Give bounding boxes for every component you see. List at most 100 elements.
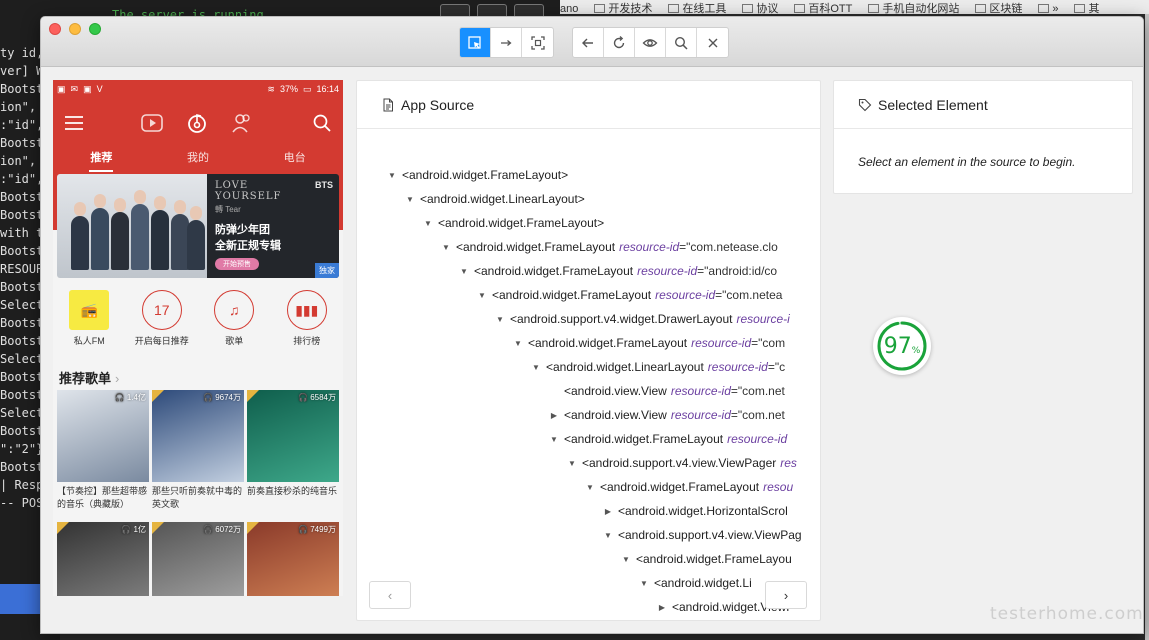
- caret-down-icon[interactable]: ▼: [601, 531, 615, 540]
- friends-icon[interactable]: [231, 112, 253, 134]
- tab-radio[interactable]: 电台: [246, 150, 343, 174]
- shortcut-item[interactable]: 📻 私人FM: [53, 286, 126, 364]
- record-button[interactable]: [635, 28, 666, 57]
- window-maximize-button[interactable]: [89, 23, 101, 35]
- search-button[interactable]: [666, 28, 697, 57]
- tree-node[interactable]: ▼ <android.widget.FrameLayou: [357, 547, 807, 571]
- caret-down-icon[interactable]: ▼: [493, 315, 507, 324]
- tree-node[interactable]: ▼ <android.widget.FrameLayout resource-id =…: [357, 331, 807, 355]
- node-tag: <android.view.View: [564, 408, 667, 422]
- tree-node[interactable]: ▼ <android.support.v4.widget.DrawerLayout…: [357, 307, 807, 331]
- tree-node[interactable]: <android.view.View resource-id ="com.net: [357, 379, 807, 403]
- playlist-card[interactable]: 🎧 6072万: [152, 522, 244, 596]
- tap-by-coordinates-button[interactable]: [522, 28, 553, 57]
- node-tag: <android.support.v4.widget.DrawerLayout: [510, 312, 733, 326]
- playlist-card[interactable]: 🎧 7499万: [247, 522, 339, 596]
- bookmark-item[interactable]: 区块链: [975, 0, 1022, 14]
- bookmark-item[interactable]: 手机自动化网站: [868, 0, 959, 14]
- caret-down-icon[interactable]: ▼: [637, 579, 651, 588]
- bookmark-item[interactable]: 在线工具: [668, 0, 726, 14]
- scroll-next-button[interactable]: ›: [765, 581, 807, 609]
- caret-down-icon[interactable]: ▼: [457, 267, 471, 276]
- caret-down-icon[interactable]: ▼: [403, 195, 417, 204]
- refresh-button[interactable]: [604, 28, 635, 57]
- tree-node[interactable]: ▼ <android.widget.FrameLayout resource-id =…: [357, 283, 807, 307]
- radio-icon: 📻: [69, 290, 110, 330]
- play-count-value: 6584万: [310, 393, 336, 402]
- back-button[interactable]: [573, 28, 604, 57]
- playlist-card[interactable]: 🎧 9674万 那些只听前奏就中毒的英文歌: [152, 390, 244, 522]
- tree-node[interactable]: ▼ <android.widget.FrameLayout resource-id: [357, 427, 807, 451]
- node-tag: <android.widget.FrameLayout: [528, 336, 688, 350]
- bookmark-item[interactable]: 协议: [742, 0, 778, 14]
- playlist-card[interactable]: 🎧 6584万 前奏直接秒杀的纯音乐: [247, 390, 339, 522]
- tab-mine[interactable]: 我的: [150, 150, 247, 174]
- caret-right-icon[interactable]: ▶: [601, 507, 615, 516]
- banner[interactable]: LOVE YOURSELF 轉 Tear 防弹少年团 全新正规专辑 开始预售 B…: [57, 174, 339, 278]
- music-video-icon[interactable]: [141, 112, 163, 134]
- quit-button[interactable]: [697, 28, 728, 57]
- caret-down-icon[interactable]: ▼: [529, 363, 543, 372]
- window-minimize-button[interactable]: [69, 23, 81, 35]
- node-tag: <android.widget.FrameLayou: [636, 552, 792, 566]
- window-close-button[interactable]: [49, 23, 61, 35]
- caret-down-icon[interactable]: ▼: [619, 555, 633, 564]
- tree-node[interactable]: ▼ <android.widget.FrameLayout>: [357, 211, 807, 235]
- headphone-icon: 🎧: [203, 525, 216, 534]
- tree-node[interactable]: ▼ <android.widget.FrameLayout resource-id =…: [357, 235, 807, 259]
- caret-right-icon[interactable]: ▶: [655, 603, 669, 612]
- device-screenshot[interactable]: ▣ ✉ ▣ V ≋ 37% ▭ 16:14 推荐 我的 电台 LOVE YOUR…: [53, 80, 343, 596]
- tree-node[interactable]: ▼ <android.widget.LinearLayout resource-id…: [357, 355, 807, 379]
- caret-right-icon[interactable]: ▶: [547, 411, 561, 420]
- chart-icon: ▮▮▮: [286, 290, 327, 330]
- caret-down-icon[interactable]: ▼: [511, 339, 525, 348]
- caret-down-icon[interactable]: ▼: [547, 435, 561, 444]
- tree-node[interactable]: ▼ <android.widget.FrameLayout>: [357, 163, 807, 187]
- shortcut-label: 开启每日推荐: [134, 336, 189, 346]
- tree-node[interactable]: ▼ <android.support.v4.view.ViewPager res: [357, 451, 807, 475]
- search-icon[interactable]: [311, 112, 333, 134]
- swipe-button[interactable]: [491, 28, 522, 57]
- tab-recommend[interactable]: 推荐: [53, 150, 150, 174]
- tree-node[interactable]: ▼ <android.widget.FrameLayout resou: [357, 475, 807, 499]
- shortcut-item[interactable]: 17 开启每日推荐: [126, 286, 199, 364]
- bookmark-item[interactable]: 开发技术: [594, 0, 652, 14]
- caret-down-icon[interactable]: ▼: [385, 171, 399, 180]
- playlist-card[interactable]: 🎧 1.4亿 【节奏控】那些超带感的音乐（典藏版）: [57, 390, 149, 522]
- caret-down-icon[interactable]: ▼: [583, 483, 597, 492]
- playlist-card[interactable]: 🎧 1亿: [57, 522, 149, 596]
- tree-node[interactable]: ▼ <android.widget.LinearLayout>: [357, 187, 807, 211]
- node-attribute: resource-id: [670, 384, 731, 398]
- shortcut-item[interactable]: ♫ 歌单: [198, 286, 271, 364]
- appium-inspector-window: ▣ ✉ ▣ V ≋ 37% ▭ 16:14 推荐 我的 电台 LOVE YOUR…: [40, 16, 1144, 634]
- node-tag: <android.widget.Li: [654, 576, 752, 590]
- caret-down-icon[interactable]: ▼: [565, 459, 579, 468]
- shortcut-item[interactable]: ▮▮▮ 排行榜: [271, 286, 344, 364]
- tree-node[interactable]: ▶ <android.widget.HorizontalScrol: [357, 499, 807, 523]
- caret-down-icon[interactable]: ▼: [439, 243, 453, 252]
- node-attribute: resource-id: [727, 432, 788, 446]
- bookmark-item[interactable]: ano: [560, 3, 578, 14]
- bookmark-item[interactable]: 其: [1074, 0, 1099, 14]
- bookmark-item[interactable]: 百科OTT: [794, 0, 852, 14]
- recommend-title[interactable]: 推荐歌单 ›: [53, 364, 343, 390]
- node-attribute: resource-id: [619, 240, 680, 254]
- progress-percent: 97%: [884, 334, 921, 359]
- tree-node[interactable]: ▶ <android.view.View resource-id ="com.net: [357, 403, 807, 427]
- caret-down-icon[interactable]: ▼: [475, 291, 489, 300]
- bookmark-item[interactable]: »: [1038, 3, 1058, 14]
- scroll-prev-button[interactable]: ‹: [369, 581, 411, 609]
- tree-node[interactable]: ▶ <android.widget.ViewF: [357, 595, 807, 619]
- tree-node[interactable]: ▼ <android.widget.FrameLayout resource-id =…: [357, 259, 807, 283]
- caret-down-icon[interactable]: ▼: [421, 219, 435, 228]
- selected-element-message: Select an element in the source to begin…: [858, 155, 1076, 169]
- menu-icon[interactable]: [63, 112, 85, 134]
- select-elements-button[interactable]: [460, 28, 491, 57]
- tree-node[interactable]: ▼ <android.widget.Li: [357, 571, 807, 595]
- music-note-icon[interactable]: [186, 112, 208, 134]
- node-value: ="c: [767, 360, 786, 374]
- bookmark-label: 区块链: [989, 3, 1023, 14]
- tree-node[interactable]: ▼ <android.support.v4.view.ViewPag: [357, 523, 807, 547]
- playlist-row: 🎧 1亿 🎧 6072万 🎧 7499万: [53, 522, 343, 596]
- headphone-icon: 🎧: [298, 525, 311, 534]
